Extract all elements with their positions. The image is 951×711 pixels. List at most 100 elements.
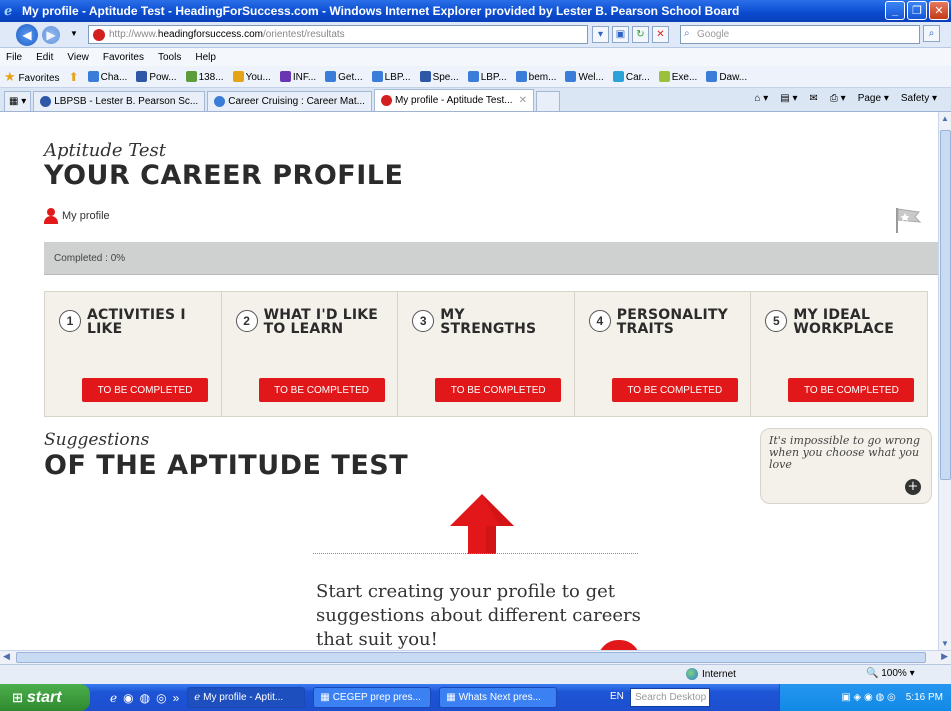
up-arrow-icon xyxy=(450,494,514,554)
step-label[interactable]: WHAT I'D LIKE TO LEARN xyxy=(264,308,384,336)
grid-icon xyxy=(279,70,291,82)
browser-tab[interactable]: Career Cruising : Career Mat... xyxy=(207,91,372,111)
app-quicklaunch-icon[interactable]: ◉ xyxy=(123,691,133,705)
favorite-item[interactable]: Exe... xyxy=(658,70,698,83)
status-bar: Internet 🔍 100% ▾ xyxy=(0,664,951,684)
app-quicklaunch-icon-2[interactable]: ◍ xyxy=(140,691,150,705)
to-be-completed-button[interactable]: TO BE COMPLETED xyxy=(788,378,915,402)
step-label[interactable]: MY IDEAL WORKPLACE xyxy=(793,308,913,336)
history-dropdown-icon[interactable]: ▼ xyxy=(70,29,78,38)
horizontal-scrollbar[interactable]: ◀ ▶ xyxy=(0,650,951,664)
zoom-control[interactable]: 🔍 100% ▾ xyxy=(866,668,915,679)
step-label[interactable]: ACTIVITIES I LIKE xyxy=(87,308,207,336)
favorite-item[interactable]: Get... xyxy=(325,70,363,83)
language-indicator[interactable]: EN xyxy=(610,691,624,702)
scroll-down-icon[interactable]: ▼ xyxy=(941,639,949,648)
favorite-label: Daw... xyxy=(719,71,748,83)
to-be-completed-button[interactable]: TO BE COMPLETED xyxy=(611,378,738,402)
favorite-item[interactable]: Car... xyxy=(612,70,650,83)
taskbar-item[interactable]: ▦ CEGEP prep pres... xyxy=(313,687,432,708)
search-input[interactable]: ⌕ Google xyxy=(680,25,920,44)
print-icon[interactable]: ⎙ ▾ xyxy=(830,93,846,104)
forward-button[interactable]: ▶ xyxy=(42,26,60,44)
address-dropdown-icon[interactable]: ▾ xyxy=(592,26,609,43)
favorite-item[interactable]: Pow... xyxy=(136,70,177,83)
step-number: 5 xyxy=(765,310,788,332)
more-quicklaunch-icon[interactable]: » xyxy=(173,691,180,705)
taskbar-item[interactable]: ▦ Whats Next pres... xyxy=(439,687,558,708)
favorite-item[interactable]: Wel... xyxy=(565,70,604,83)
suggestions-heading: OF THE APTITUDE TEST xyxy=(44,450,409,481)
to-be-completed-button[interactable]: TO BE COMPLETED xyxy=(435,378,562,402)
browser-tab[interactable]: My profile - Aptitude Test... ✕ xyxy=(373,89,534,111)
menu-view[interactable]: View xyxy=(67,52,89,63)
new-tab-button[interactable] xyxy=(535,91,560,111)
add-to-favorites-icon[interactable]: ⬆ xyxy=(69,70,79,84)
search-go-icon[interactable]: ⌕ xyxy=(923,25,940,42)
minimize-button[interactable]: _ xyxy=(885,1,905,20)
menu-favorites[interactable]: Favorites xyxy=(103,52,144,63)
page-viewport: Aptitude Test YOUR CAREER PROFILE My pro… xyxy=(0,112,938,650)
stop-icon[interactable]: ✕ xyxy=(652,26,669,43)
menu-file[interactable]: File xyxy=(6,52,22,63)
maximize-button[interactable]: ❐ xyxy=(907,1,927,20)
favorite-label: Get... xyxy=(338,71,363,83)
scroll-left-icon[interactable]: ◀ xyxy=(3,651,10,662)
favorites-button[interactable]: ★ Favorites xyxy=(4,69,60,85)
divider xyxy=(313,553,638,554)
scroll-right-icon[interactable]: ▶ xyxy=(941,651,948,662)
to-be-completed-button[interactable]: TO BE COMPLETED xyxy=(258,378,385,402)
favorite-item[interactable]: INF... xyxy=(279,70,316,83)
vertical-scrollbar[interactable]: ▲ ▼ xyxy=(938,112,951,650)
horizontal-scroll-thumb[interactable] xyxy=(16,652,926,663)
favorite-label: Exe... xyxy=(671,71,698,83)
quick-tabs-button[interactable]: ▦ ▾ xyxy=(4,91,32,111)
browser-tab[interactable]: LBPSB - Lester B. Pearson Sc... xyxy=(33,91,206,111)
powerpoint-icon: ▦ xyxy=(320,692,330,703)
window-titlebar: ℯ My profile - Aptitude Test - HeadingFo… xyxy=(0,0,951,22)
zone-label: Internet xyxy=(702,668,736,680)
safety-menu[interactable]: Safety ▾ xyxy=(901,93,937,104)
expand-plus-icon[interactable]: + xyxy=(905,479,921,495)
start-button[interactable]: ⊞ start xyxy=(0,684,90,711)
my-profile-link[interactable]: My profile xyxy=(44,208,110,224)
close-tab-icon[interactable]: ✕ xyxy=(519,95,527,106)
taskbar-item[interactable]: ℯ My profile - Aptit... xyxy=(187,687,306,708)
ie-quicklaunch-icon[interactable]: ℯ xyxy=(110,691,117,705)
tray-icons[interactable]: ▣ ◈ ◉ ◍ ◎ xyxy=(841,692,895,703)
step-number: 1 xyxy=(59,310,81,332)
step-number: 4 xyxy=(588,310,611,332)
bell-icon xyxy=(136,70,148,82)
favorite-item[interactable]: Cha... xyxy=(87,70,127,83)
menu-tools[interactable]: Tools xyxy=(158,52,181,63)
step-label[interactable]: PERSONALITY TRAITS xyxy=(617,308,737,336)
feeds-icon[interactable]: ▤ ▾ xyxy=(780,93,797,104)
page-menu[interactable]: Page ▾ xyxy=(858,93,889,104)
favorite-item[interactable]: 138... xyxy=(185,70,224,83)
favorite-item[interactable]: Spe... xyxy=(419,70,459,83)
to-be-completed-button[interactable]: TO BE COMPLETED xyxy=(82,378,208,402)
scroll-up-icon[interactable]: ▲ xyxy=(941,114,949,123)
favorite-item[interactable]: You... xyxy=(232,70,271,83)
mail-icon[interactable]: ✉ xyxy=(809,93,817,104)
favorite-item[interactable]: LBP... xyxy=(467,70,507,83)
back-button[interactable]: ◀ xyxy=(16,24,38,46)
profile-step: 5 MY IDEAL WORKPLACE TO BE COMPLETED xyxy=(751,292,927,416)
menu-edit[interactable]: Edit xyxy=(36,52,53,63)
tab-favicon-icon xyxy=(40,96,52,107)
step-label[interactable]: MY STRENGTHS xyxy=(440,308,560,336)
favorite-item[interactable]: bem... xyxy=(515,70,556,83)
address-bar[interactable]: http://www. headingforsuccess.com/oriente… xyxy=(88,25,588,44)
flag-icon[interactable] xyxy=(893,206,923,234)
app-quicklaunch-icon-3[interactable]: ◎ xyxy=(156,691,166,705)
favorite-item[interactable]: Daw... xyxy=(706,70,748,83)
refresh-icon[interactable]: ↻ xyxy=(632,26,649,43)
close-button[interactable]: ✕ xyxy=(929,1,949,20)
zoom-label: 100% xyxy=(881,668,907,679)
menu-help[interactable]: Help xyxy=(195,52,216,63)
vertical-scroll-thumb[interactable] xyxy=(940,130,951,480)
desktop-search-input[interactable]: Search Desktop xyxy=(630,688,710,707)
compatibility-icon[interactable]: ▣ xyxy=(612,26,629,43)
home-icon[interactable]: ⌂ ▾ xyxy=(754,93,768,104)
favorite-item[interactable]: LBP... xyxy=(371,70,411,83)
